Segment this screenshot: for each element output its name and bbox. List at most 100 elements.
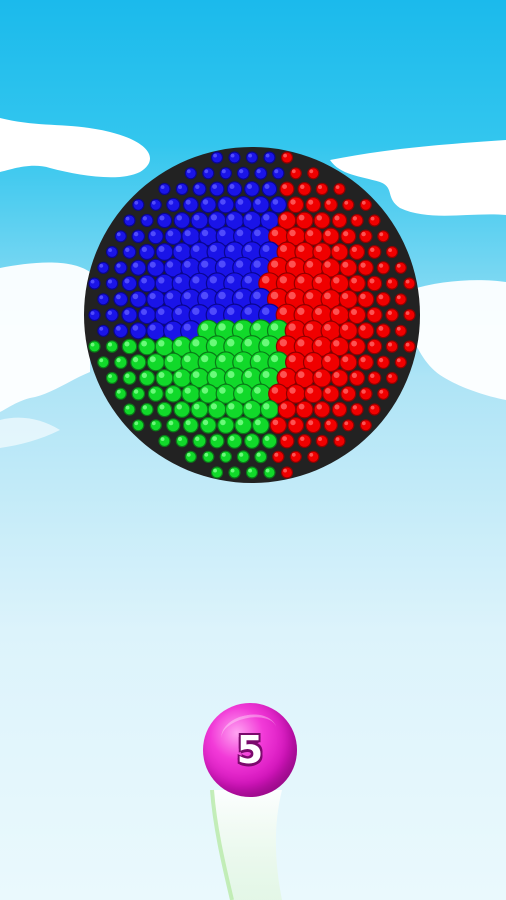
sphere-ball-highlight	[369, 278, 375, 284]
sphere-ball-highlight	[149, 324, 156, 331]
sphere-ball-highlight	[204, 452, 209, 457]
sphere-ball-highlight	[370, 405, 375, 410]
sphere-ball-highlight	[262, 245, 270, 252]
sphere-ball-highlight	[369, 341, 375, 347]
sphere-ball-red	[394, 324, 407, 337]
sphere-ball-blue	[184, 167, 197, 180]
shooter-ball[interactable]: 5	[203, 703, 297, 797]
sphere-ball-green	[254, 450, 268, 464]
sphere-ball-highlight	[175, 339, 183, 347]
sphere-ball-highlight	[291, 452, 296, 457]
sphere-ball-red	[340, 228, 357, 245]
sphere-ball-red	[295, 400, 314, 419]
sphere-ball-highlight	[90, 311, 95, 315]
sphere-ball-green	[181, 384, 201, 404]
sphere-ball-red	[385, 308, 399, 322]
sphere-ball-highlight	[388, 279, 392, 284]
sphere-ball-red	[357, 259, 374, 276]
sphere-ball-highlight	[324, 324, 331, 331]
sphere-ball-red	[339, 258, 358, 277]
sphere-ball-highlight	[342, 261, 349, 268]
sphere-ball-highlight	[256, 169, 261, 174]
sphere-ball-highlight	[324, 261, 331, 268]
sphere-ball-highlight	[254, 387, 261, 394]
sphere-ball-highlight	[159, 404, 165, 410]
sphere-ball-green	[251, 416, 270, 435]
sphere-ball-green	[236, 450, 250, 464]
sphere-ball-highlight	[124, 341, 130, 347]
sphere-ball-blue	[138, 274, 156, 293]
sphere-ball-blue	[219, 167, 232, 180]
sphere-ball-highlight	[388, 342, 392, 347]
sphere-ball-highlight	[107, 310, 112, 315]
sphere-ball-highlight	[306, 355, 314, 363]
sphere-ball-highlight	[192, 339, 200, 347]
sphere-ball-red	[359, 419, 372, 432]
sphere-ball-highlight	[307, 387, 314, 394]
sphere-ball-highlight	[264, 436, 270, 441]
sphere-ball-red	[313, 401, 331, 419]
sphere-ball-blue	[132, 198, 145, 211]
sphere-ball-red	[342, 198, 355, 211]
sphere-ball-highlight	[271, 260, 279, 268]
sphere-ball-green	[132, 419, 145, 432]
sphere-ball-highlight	[333, 246, 340, 252]
sphere-ball-highlight	[141, 372, 147, 378]
sphere-ball-highlight	[335, 185, 340, 190]
sphere-ball-highlight	[166, 292, 174, 300]
sphere-ball-highlight	[192, 371, 200, 378]
sphere-ball-red	[289, 167, 302, 180]
sphere-ball-highlight	[125, 247, 130, 252]
sphere-ball-highlight	[228, 214, 235, 221]
sphere-ball-green	[166, 418, 181, 433]
sphere-ball-blue	[228, 151, 241, 164]
sphere-ball-highlight	[244, 307, 252, 315]
sphere-ball-highlight	[244, 370, 252, 378]
sphere-ball-highlight	[99, 263, 104, 268]
sphere-ball-highlight	[326, 420, 331, 426]
sphere-ball-highlight	[202, 419, 209, 426]
sphere-ball-highlight	[396, 295, 401, 300]
sphere-ball-highlight	[333, 340, 340, 347]
sphere-ball-highlight	[282, 184, 287, 190]
sphere-ball-highlight	[230, 153, 235, 158]
sphere-ball-highlight	[300, 184, 305, 189]
sphere-ball-highlight	[108, 248, 112, 253]
sphere-ball-highlight	[133, 357, 139, 363]
sphere-ball-highlight	[167, 230, 174, 237]
sphere-ball-highlight	[288, 260, 296, 268]
sphere-ball-highlight	[388, 248, 392, 253]
sphere-ball-red	[279, 181, 295, 197]
sphere-ball-blue	[234, 195, 253, 214]
sphere-ball-red	[385, 277, 399, 290]
sphere-ball-highlight	[308, 199, 314, 205]
sphere-ball-red	[348, 274, 366, 293]
sphere-ball-highlight	[272, 419, 279, 426]
sphere-ball-blue	[97, 261, 110, 274]
sphere-ball-highlight	[183, 323, 191, 331]
sphere-ball-highlight	[274, 452, 279, 457]
sphere-ball-highlight	[219, 387, 226, 394]
sphere-ball-highlight	[342, 324, 349, 331]
sphere-ball-highlight	[157, 308, 165, 316]
sphere-ball-blue	[190, 211, 209, 230]
sphere-ball-highlight	[361, 421, 366, 426]
sphere-ball-highlight	[271, 229, 279, 237]
sphere-ball-blue	[158, 182, 171, 196]
sphere-ball-highlight	[134, 200, 139, 205]
sphere-ball-highlight	[288, 355, 296, 363]
sphere-ball-blue	[114, 261, 128, 275]
sphere-ball-green	[88, 340, 101, 353]
sphere-ball-red	[315, 182, 329, 196]
sphere-ball-blue	[130, 259, 147, 276]
sphere-ball-highlight	[316, 404, 322, 410]
sphere-ball-green	[173, 401, 191, 419]
sphere-ball-red	[348, 337, 366, 356]
sphere-ball-red	[321, 227, 340, 246]
sphere-ball-blue	[210, 151, 224, 164]
sphere-ball-green	[140, 402, 154, 417]
sphere-ball-green	[184, 450, 197, 463]
sphere-ball-highlight	[332, 308, 340, 316]
sphere-ball-highlight	[221, 452, 226, 457]
sphere-ball-red	[285, 383, 306, 404]
